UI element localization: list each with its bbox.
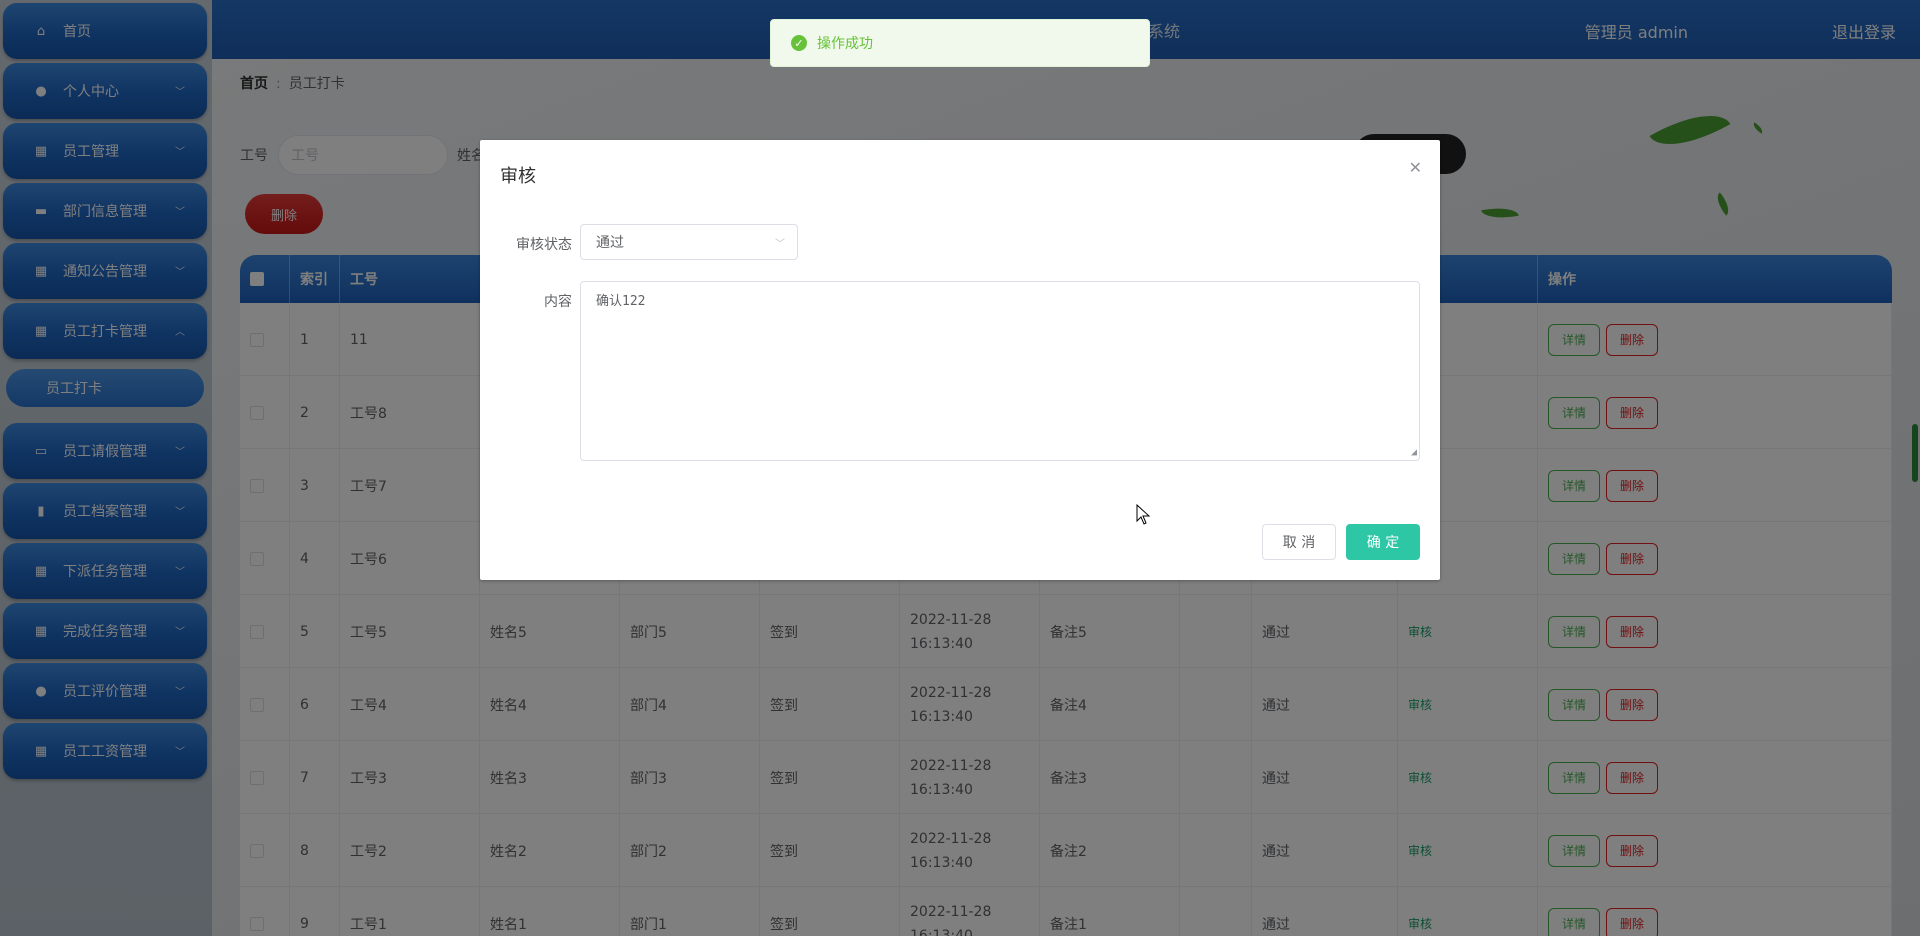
content-label: 内容 — [544, 294, 572, 310]
confirm-button[interactable]: 确 定 — [1346, 524, 1420, 560]
success-toast: ✓ 操作成功 — [770, 19, 1150, 67]
toast-message: 操作成功 — [817, 36, 873, 52]
resize-handle-icon[interactable]: ◢ — [1411, 447, 1417, 458]
audit-status-label: 审核状态 — [516, 237, 572, 253]
chevron-down-icon: ﹀ — [775, 239, 785, 250]
audit-dialog: 审核 ✕ 审核状态 通过 ﹀ 内容 确认122 ◢ 取 消 确 定 — [480, 140, 1440, 580]
close-icon[interactable]: ✕ — [1409, 158, 1422, 177]
mouse-cursor-icon — [1136, 504, 1151, 525]
audit-status-select[interactable]: 通过 ﹀ — [580, 224, 798, 260]
audit-status-value: 通过 — [596, 235, 624, 251]
cancel-button[interactable]: 取 消 — [1262, 524, 1336, 560]
content-textarea[interactable]: 确认122 ◢ — [580, 281, 1420, 461]
content-value: 确认122 — [596, 294, 646, 309]
dialog-title: 审核 — [500, 166, 536, 187]
check-circle-icon: ✓ — [791, 35, 807, 51]
